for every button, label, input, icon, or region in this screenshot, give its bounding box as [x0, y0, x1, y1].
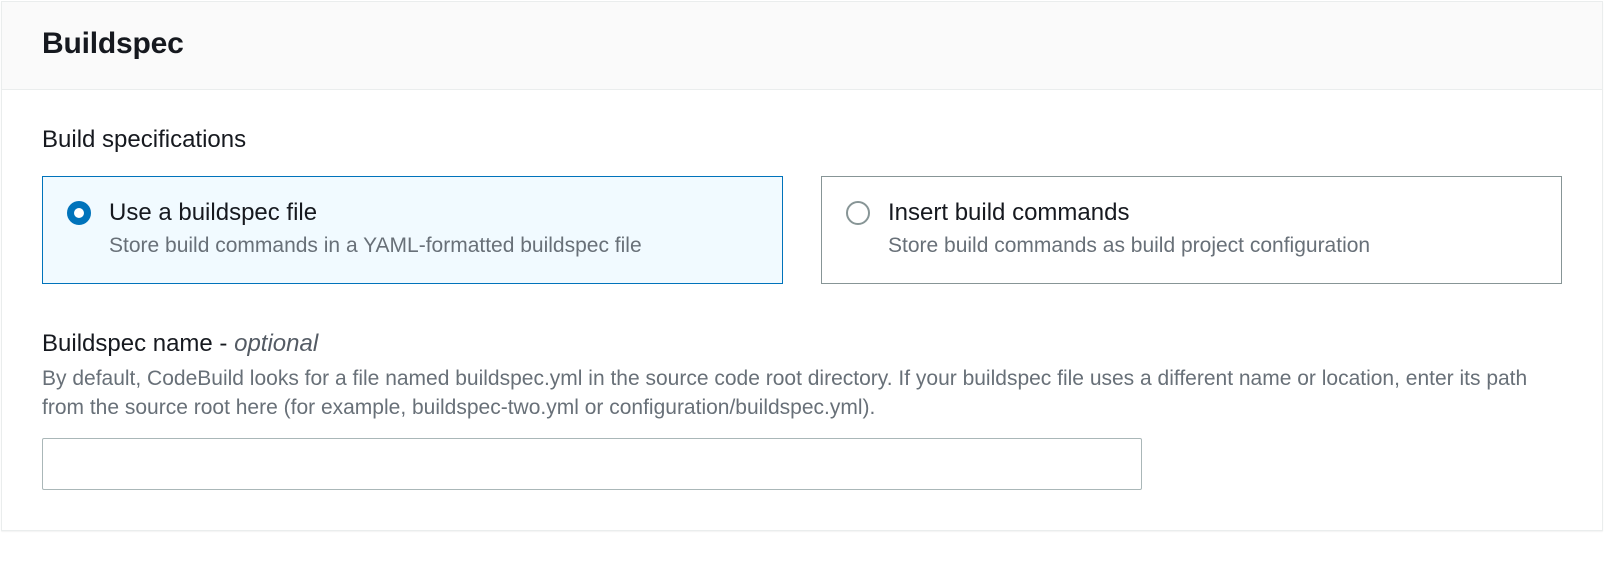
build-spec-radio-group: Use a buildspec file Store build command…	[42, 176, 1562, 284]
build-specifications-label: Build specifications	[42, 126, 1562, 154]
panel-body: Build specifications Use a buildspec fil…	[2, 90, 1602, 530]
radio-description: Store build commands in a YAML-formatted…	[109, 232, 642, 260]
buildspec-name-label-row: Buildspec name - optional	[42, 330, 1562, 358]
buildspec-name-label: Buildspec name	[42, 330, 213, 357]
panel-header: Buildspec	[2, 2, 1602, 90]
radio-icon	[67, 201, 91, 225]
radio-title: Use a buildspec file	[109, 197, 642, 228]
radio-title: Insert build commands	[888, 197, 1370, 228]
radio-use-buildspec-file[interactable]: Use a buildspec file Store build command…	[42, 176, 783, 284]
radio-description: Store build commands as build project co…	[888, 232, 1370, 260]
panel-title: Buildspec	[42, 27, 1562, 61]
buildspec-name-help: By default, CodeBuild looks for a file n…	[42, 364, 1542, 423]
label-separator: -	[213, 330, 234, 357]
buildspec-name-input[interactable]	[42, 438, 1142, 490]
optional-tag: optional	[234, 330, 318, 357]
radio-icon	[846, 201, 870, 225]
buildspec-panel: Buildspec Build specifications Use a bui…	[1, 1, 1603, 531]
radio-insert-build-commands[interactable]: Insert build commands Store build comman…	[821, 176, 1562, 284]
